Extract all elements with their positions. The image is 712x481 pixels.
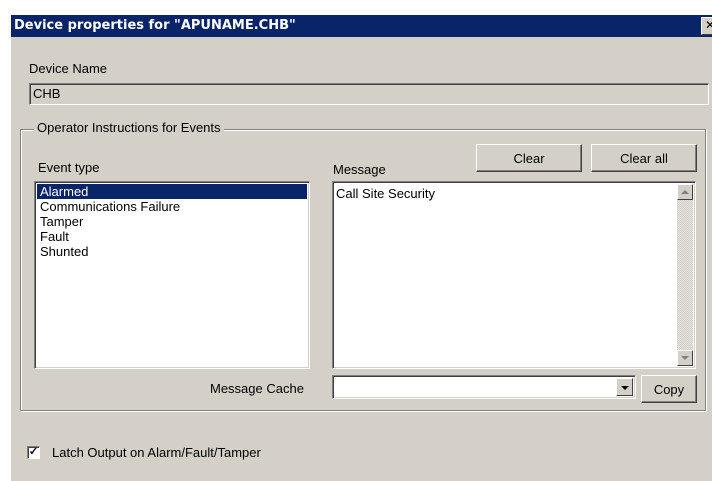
event-type-item[interactable]: Tamper <box>37 214 307 229</box>
event-type-item[interactable]: Communications Failure <box>37 199 307 214</box>
clear-all-button[interactable]: Clear all <box>591 144 697 172</box>
scroll-up-button[interactable] <box>677 184 693 200</box>
chevron-down-icon <box>621 386 629 390</box>
message-textarea[interactable]: Call Site Security <box>332 181 696 369</box>
message-text: Call Site Security <box>336 186 435 201</box>
message-label: Message <box>333 162 386 177</box>
operator-instructions-legend: Operator Instructions for Events <box>34 120 224 135</box>
arrow-up-icon <box>681 190 689 194</box>
close-button[interactable]: ✕ <box>701 17 712 35</box>
latch-output-checkbox[interactable]: ✓ <box>27 446 40 459</box>
clear-button[interactable]: Clear <box>476 144 582 172</box>
event-type-item[interactable]: Fault <box>37 229 307 244</box>
title-bar[interactable]: Device properties for "APUNAME.CHB" ✕ <box>11 15 712 37</box>
message-cache-combobox[interactable] <box>332 375 636 399</box>
event-type-list[interactable]: Alarmed Communications Failure Tamper Fault… <box>34 181 310 369</box>
arrow-down-icon <box>681 356 689 360</box>
event-type-item[interactable]: Shunted <box>37 244 307 259</box>
window-title: Device properties for "APUNAME.CHB" <box>14 18 296 33</box>
message-scrollbar[interactable] <box>677 184 693 366</box>
device-name-field: CHB <box>29 83 709 105</box>
event-type-label: Event type <box>38 160 100 175</box>
event-type-item[interactable]: Alarmed <box>37 184 307 199</box>
copy-button[interactable]: Copy <box>641 375 697 403</box>
device-name-label: Device Name <box>29 61 108 76</box>
close-icon: ✕ <box>704 18 712 32</box>
checkmark-icon: ✓ <box>28 446 39 458</box>
message-cache-dropdown-button[interactable] <box>616 378 633 396</box>
scroll-down-button[interactable] <box>677 350 693 366</box>
message-cache-label: Message Cache <box>210 381 304 396</box>
device-name-value: CHB <box>33 86 61 101</box>
latch-output-label[interactable]: Latch Output on Alarm/Fault/Tamper <box>52 445 261 460</box>
